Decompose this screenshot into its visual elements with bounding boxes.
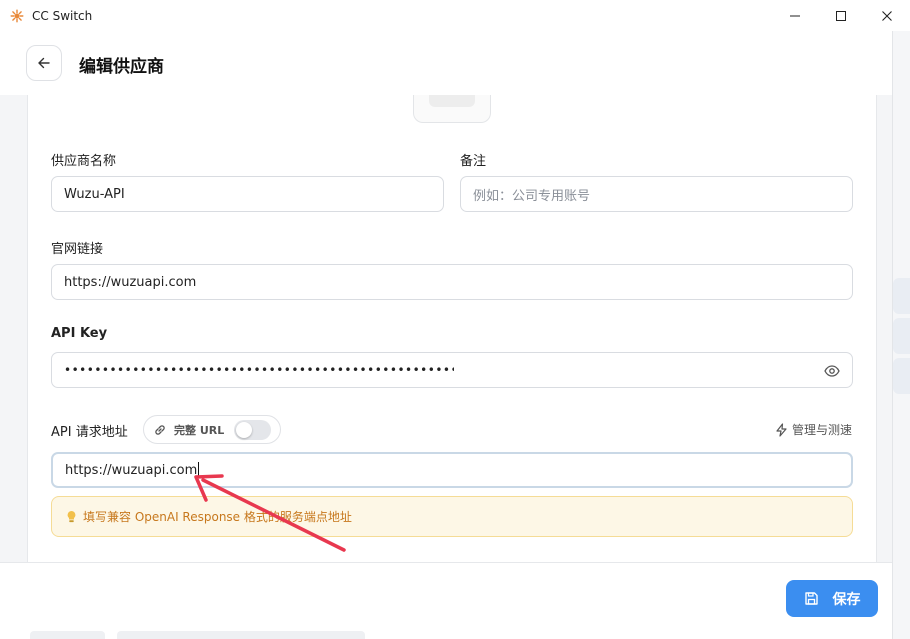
provider-name-input[interactable]: Wuzu-API: [51, 176, 444, 212]
lightbulb-icon: [67, 511, 76, 523]
website-label: 官网链接: [51, 242, 104, 257]
page-header: 编辑供应商: [0, 31, 892, 95]
website-value: https://wuzuapi.com: [64, 274, 197, 290]
eye-icon[interactable]: [824, 363, 840, 379]
link-icon: [155, 424, 165, 435]
close-button[interactable]: [864, 0, 910, 31]
provider-icon-placeholder: [429, 95, 475, 107]
maximize-button[interactable]: [818, 0, 864, 31]
app-logo-icon: [10, 9, 24, 22]
background-item: [30, 631, 105, 639]
full-url-toggle-pill[interactable]: 完整 URL: [143, 415, 281, 444]
title-bar: CC Switch: [0, 0, 910, 31]
back-button[interactable]: [26, 45, 62, 81]
window-controls: [772, 0, 910, 31]
text-caret: [198, 462, 200, 478]
endpoint-hint-text: 填写兼容 OpenAI Response 格式的服务端点地址: [83, 510, 352, 524]
page-footer: 保存: [0, 562, 892, 639]
full-url-switch[interactable]: [234, 420, 271, 440]
minimize-button[interactable]: [772, 0, 818, 31]
arrow-left-icon: [38, 57, 50, 69]
app-title: CC Switch: [32, 8, 93, 23]
full-url-label: 完整 URL: [174, 423, 225, 437]
maximize-icon: [836, 10, 846, 21]
endpoint-value: https://wuzuapi.com: [65, 462, 198, 478]
lightning-icon: [776, 422, 787, 437]
notes-input[interactable]: 例如：公司专用账号: [460, 176, 853, 212]
manage-speedtest-link[interactable]: 管理与测速: [775, 421, 852, 438]
endpoint-label: API 请求地址: [51, 425, 128, 440]
form-card: [27, 95, 877, 562]
manage-speedtest-label: 管理与测速: [792, 423, 853, 437]
provider-name-value: Wuzu-API: [64, 186, 125, 202]
background-tab: [893, 318, 910, 354]
notes-placeholder: 例如：公司专用账号: [473, 188, 591, 204]
close-icon: [882, 10, 892, 21]
background-tab: [893, 278, 910, 314]
api-key-label: API Key: [51, 326, 108, 341]
save-button[interactable]: 保存: [786, 580, 878, 617]
endpoint-hint: 填写兼容 OpenAI Response 格式的服务端点地址: [51, 496, 853, 537]
save-label: 保存: [832, 591, 861, 608]
switch-knob: [236, 422, 252, 438]
provider-icon-picker[interactable]: [413, 95, 491, 123]
background-tab: [893, 358, 910, 394]
save-icon: [804, 592, 818, 605]
notes-label: 备注: [460, 154, 487, 169]
website-input[interactable]: https://wuzuapi.com: [51, 264, 853, 300]
page-title: 编辑供应商: [79, 57, 164, 77]
api-key-masked-value: ••••••••••••••••••••••••••••••••••••••••…: [64, 363, 454, 377]
api-key-input[interactable]: ••••••••••••••••••••••••••••••••••••••••…: [51, 352, 853, 388]
minimize-icon: [790, 15, 800, 16]
background-item: [117, 631, 365, 639]
provider-name-label: 供应商名称: [51, 154, 117, 169]
endpoint-input[interactable]: https://wuzuapi.com: [51, 452, 853, 488]
